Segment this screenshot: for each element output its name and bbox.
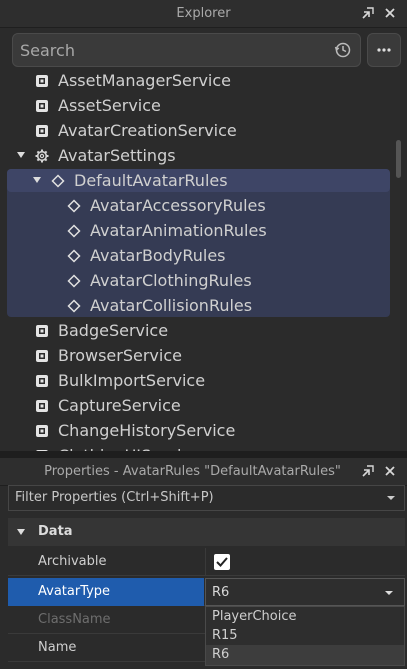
tree-item-label: ChangeHistoryService <box>58 421 236 440</box>
service-icon <box>36 350 48 362</box>
service-icon <box>36 100 48 112</box>
tree-item[interactable]: AssetService <box>0 93 392 118</box>
chevron-down-icon[interactable] <box>384 588 394 598</box>
tree-item[interactable]: AvatarAnimationRules <box>0 218 392 243</box>
collapse-arrow-icon[interactable] <box>16 527 26 537</box>
explorer-title: Explorer <box>176 6 231 21</box>
more-options-button[interactable] <box>367 33 401 67</box>
section-data[interactable]: Data <box>8 518 405 546</box>
tree-item-label: AssetManagerService <box>58 71 231 90</box>
tree-item[interactable]: AvatarClothingRules <box>0 268 392 293</box>
explorer-search[interactable] <box>12 33 361 67</box>
tree-item-label: AvatarBodyRules <box>90 246 226 265</box>
tree-item-label: AssetService <box>58 96 161 115</box>
tree-item-label: AvatarClothingRules <box>90 271 252 290</box>
avatartype-dropdown[interactable]: R6 <box>205 578 405 606</box>
history-icon[interactable] <box>334 41 352 59</box>
option-r15[interactable]: R15 <box>206 626 404 646</box>
service-icon <box>36 75 48 87</box>
tree-item-label: CaptureService <box>58 396 181 415</box>
tree-item-label: AvatarAccessoryRules <box>90 196 266 215</box>
tree-item[interactable]: CaptureService <box>0 393 392 418</box>
checkmark-icon <box>216 557 228 567</box>
tree-scrollbar[interactable] <box>396 140 401 178</box>
service-icon <box>36 325 48 337</box>
close-icon[interactable] <box>382 464 398 480</box>
tree-item[interactable]: AssetManagerService <box>0 68 392 93</box>
tree-item[interactable]: ClothingUIService <box>0 443 392 451</box>
search-input[interactable] <box>20 39 320 61</box>
tree-item-label: AvatarAnimationRules <box>90 221 267 240</box>
tree-item-label: BadgeService <box>58 321 169 340</box>
filter-properties-input[interactable]: Filter Properties (Ctrl+Shift+P) <box>8 485 405 511</box>
property-row-avatartype[interactable]: AvatarType R6 <box>8 578 405 606</box>
tree-item-label: BulkImportService <box>58 371 206 390</box>
option-r6[interactable]: R6 <box>206 645 404 665</box>
tree-item[interactable]: DefaultAvatarRules <box>0 168 392 193</box>
tree-item[interactable]: BulkImportService <box>0 368 392 393</box>
tree-item[interactable]: BadgeService <box>0 318 392 343</box>
explorer-header: Explorer <box>0 0 407 28</box>
diamond-icon <box>67 249 81 263</box>
dropdown-value: R6 <box>212 585 230 600</box>
tree-item[interactable]: AvatarSettings <box>0 143 392 168</box>
archivable-checkbox[interactable] <box>214 554 230 570</box>
service-icon <box>36 125 48 137</box>
tree-item-label: AvatarSettings <box>58 146 176 165</box>
gear-icon <box>35 149 49 163</box>
diamond-icon <box>67 274 81 288</box>
section-label: Data <box>38 524 73 539</box>
tree-item[interactable]: ChangeHistoryService <box>0 418 392 443</box>
properties-title: Properties - AvatarRules "DefaultAvatarR… <box>44 464 341 479</box>
expand-arrow-icon[interactable] <box>16 150 26 160</box>
close-icon[interactable] <box>382 6 398 22</box>
properties-header: Properties - AvatarRules "DefaultAvatarR… <box>0 458 407 486</box>
option-playerchoice[interactable]: PlayerChoice <box>206 607 404 627</box>
diamond-icon <box>67 199 81 213</box>
explorer-tree: AssetManagerService AssetService AvatarCre… <box>0 68 407 451</box>
service-icon <box>36 375 48 387</box>
property-value <box>205 548 405 576</box>
chevron-down-icon[interactable] <box>386 493 396 503</box>
property-name: Name <box>38 640 77 655</box>
property-name: Archivable <box>38 554 107 569</box>
tree-item-label: AvatarCollisionRules <box>90 296 253 315</box>
property-value: R6 <box>205 578 405 606</box>
tree-item[interactable]: BrowserService <box>0 343 392 368</box>
property-name: ClassName <box>38 612 111 627</box>
panel-divider[interactable] <box>0 451 407 458</box>
ellipsis-icon <box>377 48 391 52</box>
expand-arrow-icon[interactable] <box>32 175 42 185</box>
tree-item[interactable]: AvatarCreationService <box>0 118 392 143</box>
tree-item-label: DefaultAvatarRules <box>74 171 228 190</box>
undock-icon[interactable] <box>360 6 376 22</box>
tree-item[interactable]: AvatarBodyRules <box>0 243 392 268</box>
tree-item[interactable]: AvatarAccessoryRules <box>0 193 392 218</box>
tree-item-label: AvatarCreationService <box>58 121 237 140</box>
property-name: AvatarType <box>38 584 111 599</box>
diamond-icon <box>51 174 65 188</box>
tree-item-label: BrowserService <box>58 346 182 365</box>
diamond-icon <box>67 224 81 238</box>
property-row-archivable: Archivable <box>8 548 405 576</box>
diamond-icon <box>67 299 81 313</box>
tree-item[interactable]: AvatarCollisionRules <box>0 293 392 318</box>
service-icon <box>36 425 48 437</box>
service-icon <box>36 400 48 412</box>
avatartype-dropdown-menu: PlayerChoice R15 R6 <box>205 606 405 666</box>
filter-placeholder: Filter Properties (Ctrl+Shift+P) <box>15 490 214 505</box>
undock-icon[interactable] <box>360 464 376 480</box>
